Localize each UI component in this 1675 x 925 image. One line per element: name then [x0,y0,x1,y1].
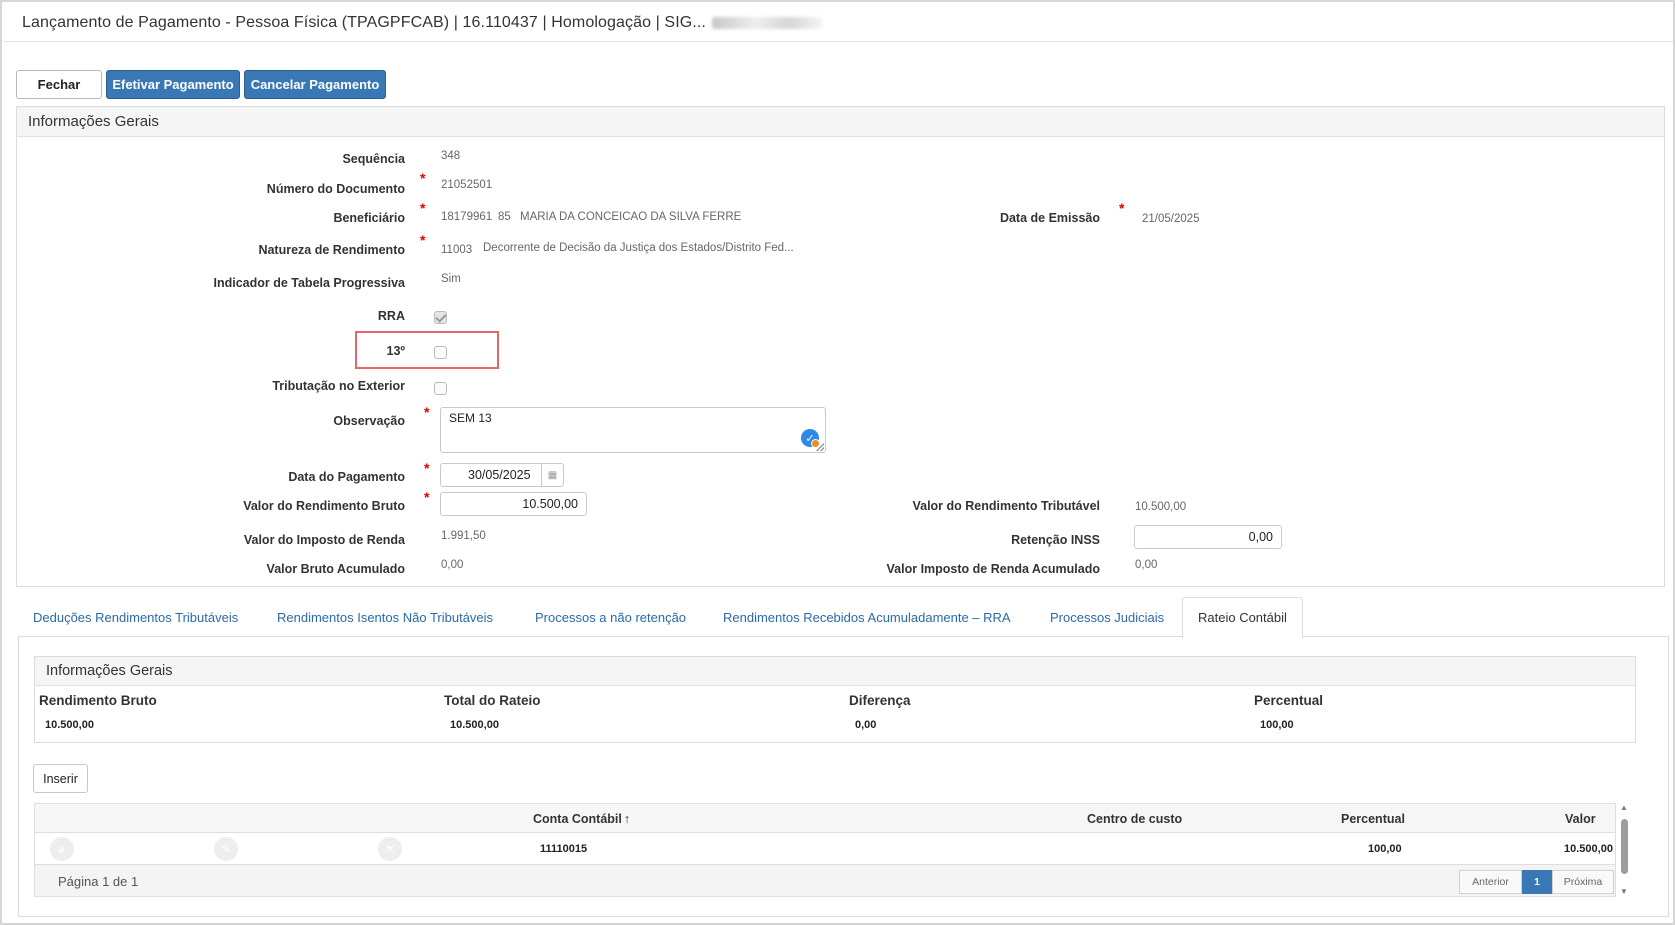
numdoc-label: Número do Documento [266,182,405,196]
tab-rateio-contabil[interactable]: Rateio Contábil [1182,597,1303,638]
summary-header-total: Total do Rateio [444,693,541,708]
numdoc-value: 21052501 [441,179,493,191]
obs-text: SEM 13 [449,411,492,425]
rend-bruto-input[interactable]: 10.500,00 [440,492,587,516]
detail-tabs: Deduções Rendimentos Tributáveis Rendime… [18,597,1669,638]
column-header-centro[interactable]: Centro de custo [1087,812,1182,826]
panel-title: Informações Gerais [17,107,1664,137]
tab-processos-nao-retencao[interactable]: Processos a não retenção [535,597,686,637]
tab-rra[interactable]: Rendimentos Recebidos Acumuladamente – R… [723,597,1011,637]
summary-header-percentual: Percentual [1254,693,1324,708]
required-mark: * [420,170,426,186]
tab-processos-judiciais[interactable]: Processos Judiciais [1050,597,1164,637]
redacted-text [711,16,822,29]
exterior-checkbox[interactable] [434,382,447,395]
grid-header: Conta Contábil ↑ Centro de custo Percentu… [34,803,1616,833]
rend-trib-value: 10.500,00 [1135,501,1187,513]
required-mark: * [424,460,430,476]
required-mark: * [424,489,430,505]
sequencia-value: 348 [441,150,461,162]
required-mark: * [1119,200,1125,216]
cancel-payment-button[interactable]: Cancelar Pagamento [244,70,386,99]
natureza-code: 11003 [441,244,473,256]
summary-value-percentual: 100,00 [1260,719,1294,731]
required-mark: * [420,200,426,216]
scroll-up-icon[interactable]: ▲ [1620,803,1628,812]
summary-header-diferenca: Diferença [849,693,911,708]
inss-input[interactable]: 0,00 [1134,525,1282,549]
rend-bruto-value: 10.500,00 [522,497,578,511]
required-mark: * [420,232,426,248]
grid-footer: Página 1 de 1 Anterior 1 Próxima [34,864,1616,897]
decimo-checkbox[interactable] [434,346,447,359]
rend-bruto-label: Valor do Rendimento Bruto [243,499,405,513]
column-header-valor[interactable]: Valor [1565,812,1596,826]
summary-value-total: 10.500,00 [450,719,499,731]
bruto-acum-label: Valor Bruto Acumulado [266,562,405,576]
pay-button[interactable]: Efetivar Pagamento [106,70,240,99]
sort-up-icon: ↑ [623,812,631,826]
summary-header-bruto: Rendimento Bruto [39,693,157,708]
data-pag-input[interactable]: 30/05/2025 ▦ [440,463,564,487]
cell-percentual: 100,00 [1368,843,1402,855]
scroll-down-icon[interactable]: ▼ [1620,887,1628,896]
grid-scrollbar[interactable]: ▲ ▼ [1619,803,1629,898]
obs-textarea[interactable]: SEM 13 ✓ [440,407,826,453]
bruto-acum-value: 0,00 [441,559,464,571]
exterior-label: Tributação no Exterior [272,379,405,393]
inss-value: 0,00 [1248,530,1273,544]
tab-deducoes[interactable]: Deduções Rendimentos Tributáveis [33,597,238,637]
app-window: Lançamento de Pagamento - Pessoa Física … [0,0,1675,925]
cell-valor: 10.500,00 [1564,843,1613,855]
data-pag-value: 30/05/2025 [468,468,531,482]
beneficiario-name: MARIA DA CONCEICAO DA SILVA FERRE [520,211,742,223]
rend-trib-label: Valor do Rendimento Tributável [912,499,1100,513]
prev-page-button[interactable]: Anterior [1459,870,1522,894]
window-title-text: Lançamento de Pagamento - Pessoa Física … [22,13,706,31]
rateio-summary-panel: Informações Gerais [34,656,1636,743]
delete-icon[interactable]: ✕ [378,837,402,861]
beneficiario-label: Beneficiário [333,211,405,225]
table-row[interactable]: ⌕ ✎ ✕ 11110015 100,00 10.500,00 [34,833,1616,864]
natureza-label: Natureza de Rendimento [258,243,405,257]
data-emissao-value: 21/05/2025 [1142,213,1200,225]
column-header-conta[interactable]: Conta Contábil ↑ [533,812,630,826]
beneficiario-code: 18179961 [441,211,493,223]
column-header-percentual[interactable]: Percentual [1341,812,1405,826]
tabela-value: Sim [441,273,461,285]
view-icon[interactable]: ⌕ [50,837,74,861]
rra-checkbox[interactable] [434,311,447,324]
scroll-thumb[interactable] [1621,819,1628,874]
required-mark: * [424,404,430,420]
close-button[interactable]: Fechar [16,70,102,99]
ir-value: 1.991,50 [441,530,486,542]
ir-acum-label: Valor Imposto de Renda Acumulado [886,562,1100,576]
cell-conta: 11110015 [540,843,588,855]
rra-label: RRA [377,309,405,323]
calendar-icon[interactable]: ▦ [541,464,563,486]
page-info: Página 1 de 1 [58,874,139,889]
ir-label: Valor do Imposto de Renda [243,533,405,547]
decimo-label: 13º [386,344,405,358]
insert-button[interactable]: Inserir [33,764,88,793]
ir-acum-value: 0,00 [1135,559,1158,571]
resize-grip-icon[interactable] [816,443,824,451]
tabela-label: Indicador de Tabela Progressiva [213,276,405,290]
summary-value-bruto: 10.500,00 [45,719,94,731]
page-1-button[interactable]: 1 [1522,870,1552,894]
obs-label: Observação [333,414,405,428]
inss-label: Retenção INSS [1011,533,1100,547]
sequencia-label: Sequência [342,152,405,166]
tab-isentos[interactable]: Rendimentos Isentos Não Tributáveis [277,597,493,637]
data-pag-label: Data do Pagamento [288,470,405,484]
summary-value-diferenca: 0,00 [855,719,877,731]
next-page-button[interactable]: Próxima [1552,870,1614,894]
edit-icon[interactable]: ✎ [214,837,238,861]
window-title: Lançamento de Pagamento - Pessoa Física … [4,4,1673,42]
beneficiario-sub: 85 [498,211,511,223]
data-emissao-label: Data de Emissão [999,211,1100,225]
rateio-summary-title: Informações Gerais [35,657,1635,686]
natureza-desc: Decorrente de Decisão da Justiça dos Est… [483,242,794,254]
